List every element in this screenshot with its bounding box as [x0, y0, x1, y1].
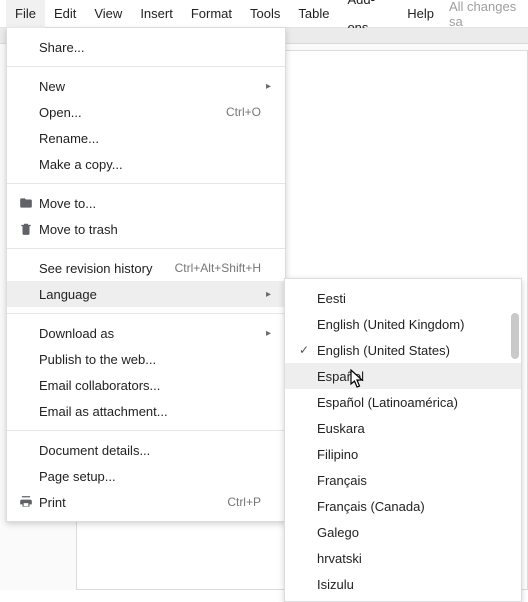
menu-item-email-attachment[interactable]: Email as attachment...	[7, 398, 285, 424]
separator	[7, 183, 285, 184]
folder-icon	[17, 196, 35, 210]
menu-item-shortcut: Ctrl+Alt+Shift+H	[167, 261, 261, 275]
language-option-isizulu[interactable]: Isizulu	[285, 571, 521, 597]
menubar: File Edit View Insert Format Tools Table…	[0, 0, 528, 28]
language-label: Español	[313, 369, 509, 384]
menu-edit[interactable]: Edit	[45, 0, 85, 28]
language-option-galego[interactable]: Galego	[285, 519, 521, 545]
language-label: Español (Latinoamérica)	[313, 395, 509, 410]
separator	[7, 313, 285, 314]
menu-item-label: Share...	[35, 40, 253, 55]
language-label: English (United States)	[313, 343, 509, 358]
file-dropdown: Share... New ▸ Open... Ctrl+O Rename... …	[6, 28, 286, 522]
language-option-hrvatski[interactable]: hrvatski	[285, 545, 521, 571]
menu-item-label: Page setup...	[35, 469, 253, 484]
language-option-eesti[interactable]: Eesti	[285, 285, 521, 311]
menu-item-label: Download as	[35, 326, 253, 341]
menu-item-move-to-trash[interactable]: Move to trash	[7, 216, 285, 242]
language-option-euskara[interactable]: Euskara	[285, 415, 521, 441]
menu-item-shortcut: Ctrl+O	[218, 105, 261, 119]
menu-item-label: Move to trash	[35, 222, 253, 237]
menu-item-shortcut: Ctrl+P	[219, 495, 261, 509]
menu-item-label: New	[35, 79, 253, 94]
menu-item-label: Document details...	[35, 443, 253, 458]
language-option-english-us[interactable]: ✓ English (United States)	[285, 337, 521, 363]
menu-item-document-details[interactable]: Document details...	[7, 437, 285, 463]
menu-item-label: Make a copy...	[35, 157, 253, 172]
submenu-arrow-icon: ▸	[261, 81, 271, 92]
language-label: Français	[313, 473, 509, 488]
menu-item-print[interactable]: Print Ctrl+P	[7, 489, 285, 515]
language-option-francais-ca[interactable]: Français (Canada)	[285, 493, 521, 519]
language-option-espanol[interactable]: Español	[285, 363, 521, 389]
menu-item-label: Print	[35, 495, 219, 510]
menu-item-page-setup[interactable]: Page setup...	[7, 463, 285, 489]
menu-item-label: See revision history	[35, 261, 167, 276]
menu-item-rename[interactable]: Rename...	[7, 125, 285, 151]
menu-view[interactable]: View	[85, 0, 131, 28]
menu-item-label: Email as attachment...	[35, 404, 253, 419]
menu-tools[interactable]: Tools	[241, 0, 289, 28]
menu-help[interactable]: Help	[398, 0, 443, 28]
separator	[7, 66, 285, 67]
language-option-francais[interactable]: Français	[285, 467, 521, 493]
menu-item-move-to[interactable]: Move to...	[7, 190, 285, 216]
menu-file[interactable]: File	[6, 0, 45, 28]
menu-item-publish-web[interactable]: Publish to the web...	[7, 346, 285, 372]
language-label: Eesti	[313, 291, 509, 306]
menu-insert[interactable]: Insert	[131, 0, 182, 28]
menu-item-new[interactable]: New ▸	[7, 73, 285, 99]
separator	[7, 430, 285, 431]
save-status: All changes sa	[443, 0, 522, 29]
print-icon	[17, 495, 35, 509]
submenu-arrow-icon: ▸	[261, 328, 271, 339]
language-label: Français (Canada)	[313, 499, 509, 514]
separator	[7, 248, 285, 249]
menu-item-label: Rename...	[35, 131, 253, 146]
language-option-english-uk[interactable]: English (United Kingdom)	[285, 311, 521, 337]
menu-item-revision-history[interactable]: See revision history Ctrl+Alt+Shift+H	[7, 255, 285, 281]
language-label: Filipino	[313, 447, 509, 462]
menu-item-label: Open...	[35, 105, 218, 120]
check-icon: ✓	[295, 343, 313, 357]
menu-item-make-copy[interactable]: Make a copy...	[7, 151, 285, 177]
menu-item-label: Move to...	[35, 196, 253, 211]
language-label: English (United Kingdom)	[313, 317, 509, 332]
menu-item-email-collaborators[interactable]: Email collaborators...	[7, 372, 285, 398]
language-option-espanol-la[interactable]: Español (Latinoamérica)	[285, 389, 521, 415]
menu-item-label: Email collaborators...	[35, 378, 253, 393]
menu-item-share[interactable]: Share...	[7, 34, 285, 60]
language-label: Euskara	[313, 421, 509, 436]
menu-item-open[interactable]: Open... Ctrl+O	[7, 99, 285, 125]
language-label: Isizulu	[313, 577, 509, 592]
menu-item-label: Publish to the web...	[35, 352, 253, 367]
trash-icon	[17, 222, 35, 236]
submenu-arrow-icon: ▸	[261, 289, 271, 300]
submenu-scrollbar[interactable]	[511, 313, 519, 359]
menu-item-label: Language	[35, 287, 253, 302]
language-option-filipino[interactable]: Filipino	[285, 441, 521, 467]
language-label: hrvatski	[313, 551, 509, 566]
menu-table[interactable]: Table	[289, 0, 338, 28]
language-submenu: Eesti English (United Kingdom) ✓ English…	[284, 278, 522, 602]
menu-item-language[interactable]: Language ▸	[7, 281, 285, 307]
menu-item-download-as[interactable]: Download as ▸	[7, 320, 285, 346]
language-label: Galego	[313, 525, 509, 540]
menu-format[interactable]: Format	[182, 0, 241, 28]
